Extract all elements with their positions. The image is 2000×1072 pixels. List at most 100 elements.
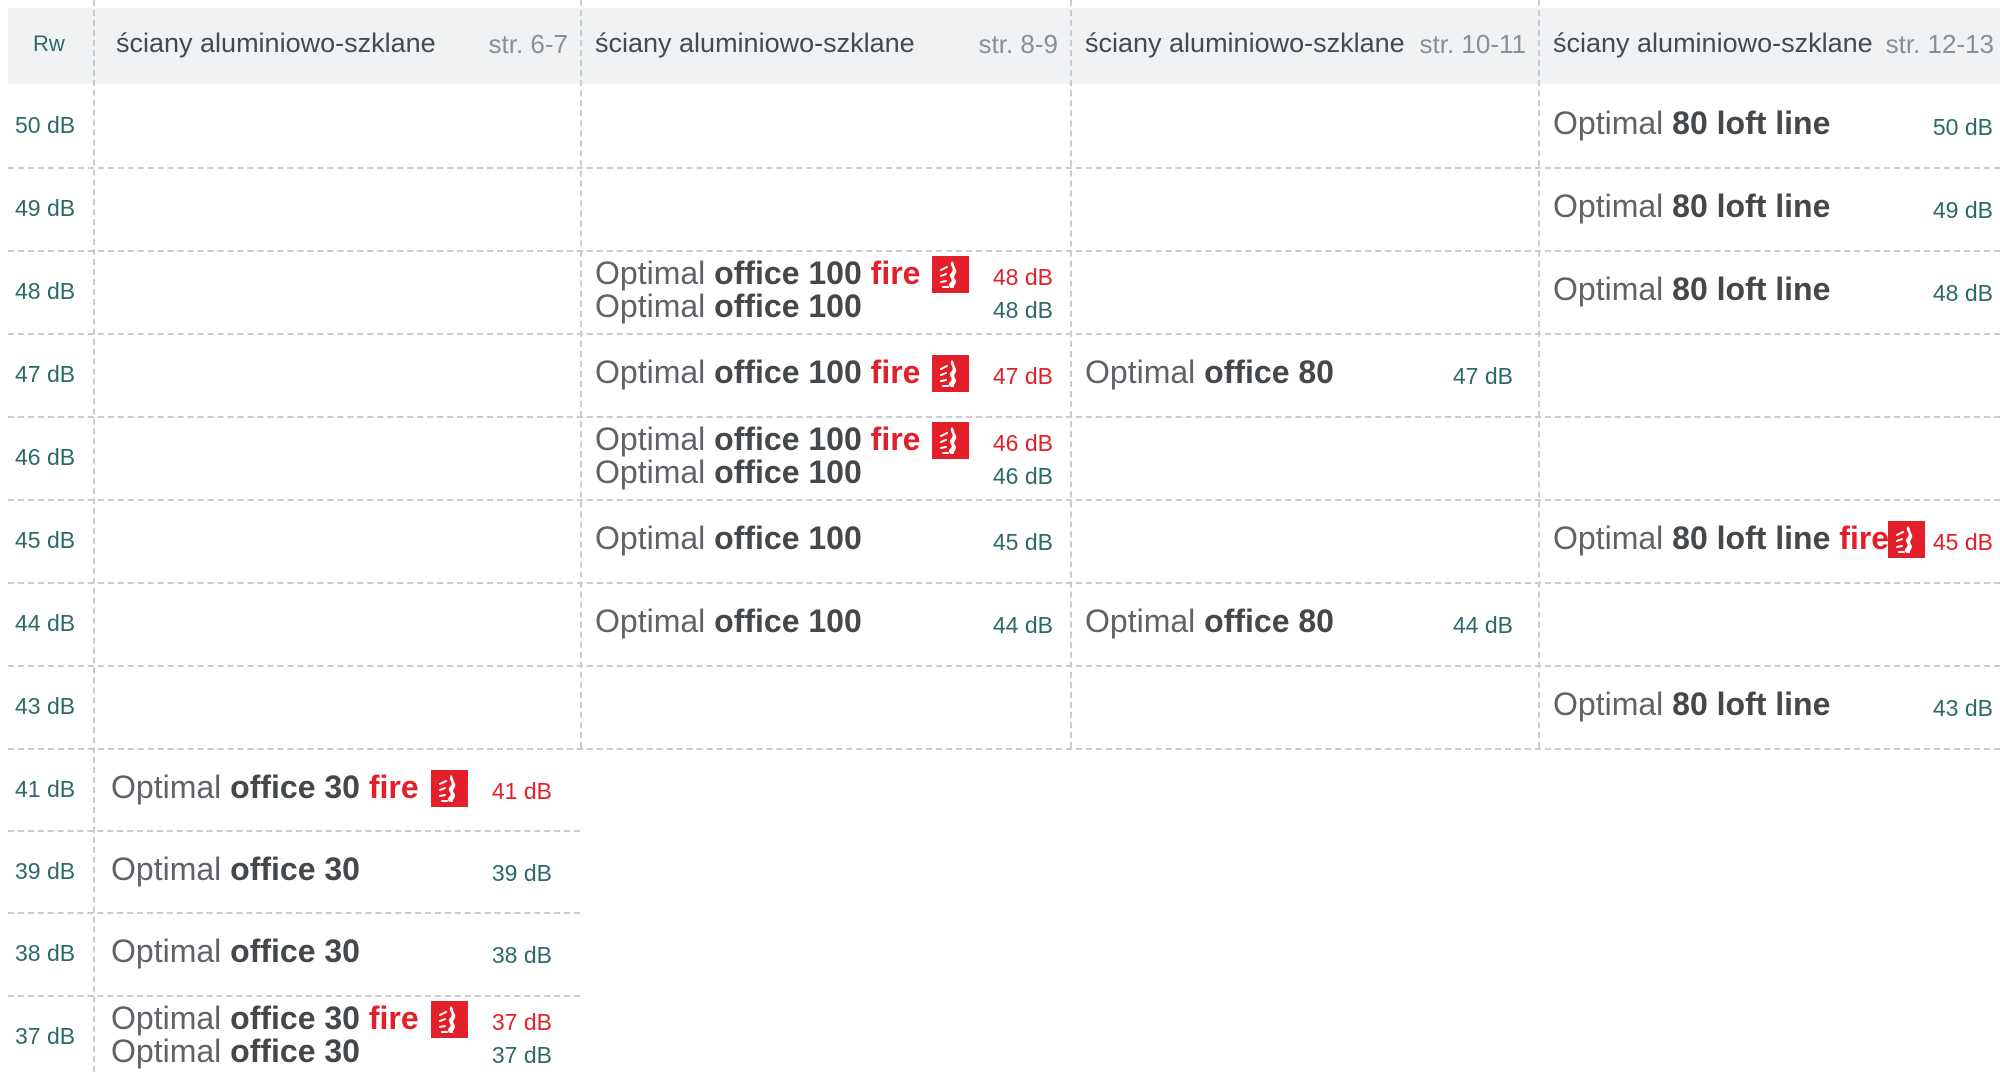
column-title: ściany aluminiowo-szklane	[116, 28, 436, 58]
product-prefix: Optimal	[111, 769, 231, 805]
sound-insulation-value: 43 dB	[1932, 695, 1993, 721]
sound-insulation-value: 44 dB	[1452, 612, 1513, 638]
product-prefix: Optimal	[1553, 686, 1673, 722]
product-entry: Optimal office 30	[111, 1033, 360, 1070]
product-model: office 100	[714, 520, 862, 556]
sound-insulation-value: 46 dB	[992, 430, 1053, 456]
sound-insulation-value: 46 dB	[992, 463, 1053, 489]
rw-row-label: 48 dB	[15, 278, 76, 304]
product-model: office 100	[714, 255, 862, 291]
rw-row-label: 44 dB	[15, 610, 76, 636]
rw-row-label: 47 dB	[15, 361, 76, 387]
product-model: office 100	[714, 288, 862, 324]
product-entry: Optimal 80 loft line	[1553, 188, 1830, 225]
product-model: office 100	[714, 603, 862, 639]
product-model: office 80	[1204, 354, 1334, 390]
fire-protection-icon	[431, 770, 468, 807]
product-model: office 30	[230, 1000, 360, 1036]
product-prefix: Optimal	[111, 1000, 231, 1036]
grid-line-horizontal	[8, 748, 2000, 750]
grid-line-vertical	[1538, 0, 1540, 748]
product-prefix: Optimal	[595, 603, 715, 639]
product-model: office 100	[714, 421, 862, 457]
sound-insulation-value: 48 dB	[1932, 280, 1993, 306]
fire-label: fire	[359, 769, 419, 805]
sound-insulation-value: 39 dB	[491, 860, 552, 886]
column-title: ściany aluminiowo-szklane	[595, 28, 915, 58]
rw-row-label: 41 dB	[15, 776, 76, 802]
product-prefix: Optimal	[1553, 520, 1673, 556]
sound-insulation-value: 44 dB	[992, 612, 1053, 638]
grid-line-horizontal	[8, 250, 2000, 252]
grid-line-vertical	[580, 0, 582, 748]
column-page-ref: str. 8-9	[978, 29, 1058, 59]
sound-insulation-value: 38 dB	[491, 942, 552, 968]
fire-label: fire	[861, 421, 921, 457]
product-model: 80 loft line	[1672, 686, 1831, 722]
product-entry: Optimal office 30	[111, 851, 360, 888]
product-prefix: Optimal	[1085, 354, 1205, 390]
grid-line-horizontal	[8, 167, 2000, 169]
column-title: ściany aluminiowo-szklane	[1085, 28, 1405, 58]
product-model: office 30	[230, 851, 360, 887]
rw-row-label: 49 dB	[15, 195, 76, 221]
product-prefix: Optimal	[1553, 105, 1673, 141]
product-entry: Optimal office 100	[595, 454, 862, 491]
product-entry: Optimal office 100 fire	[595, 421, 920, 458]
rw-row-label: 43 dB	[15, 693, 76, 719]
rw-column-header: Rw	[33, 31, 65, 56]
product-prefix: Optimal	[111, 851, 231, 887]
sound-insulation-value: 50 dB	[1932, 114, 1993, 140]
product-entry: Optimal office 100	[595, 288, 862, 325]
rw-row-label: 37 dB	[15, 1023, 76, 1049]
product-entry: Optimal office 100 fire	[595, 354, 920, 391]
rw-row-label: 39 dB	[15, 858, 76, 884]
product-entry: Optimal office 100	[595, 520, 862, 557]
fire-label: fire	[359, 1000, 419, 1036]
grid-line-horizontal	[8, 499, 2000, 501]
fire-protection-icon	[431, 1001, 468, 1038]
product-prefix: Optimal	[111, 933, 231, 969]
column-title: ściany aluminiowo-szklane	[1553, 28, 1873, 58]
fire-protection-icon	[932, 422, 969, 459]
fire-label: fire	[861, 354, 921, 390]
product-entry: Optimal 80 loft line	[1553, 271, 1830, 308]
product-entry: Optimal office 30 fire	[111, 1000, 419, 1037]
product-prefix: Optimal	[1553, 271, 1673, 307]
sound-insulation-value: 37 dB	[491, 1042, 552, 1068]
product-model: 80 loft line	[1672, 105, 1831, 141]
product-entry: Optimal office 30	[111, 933, 360, 970]
product-prefix: Optimal	[595, 288, 715, 324]
sound-insulation-value: 49 dB	[1932, 197, 1993, 223]
rw-row-label: 50 dB	[15, 112, 76, 138]
product-model: office 100	[714, 354, 862, 390]
product-model: 80 loft line	[1672, 271, 1831, 307]
product-prefix: Optimal	[1553, 188, 1673, 224]
sound-insulation-value: 45 dB	[1932, 529, 1993, 555]
product-prefix: Optimal	[595, 255, 715, 291]
product-entry: Optimal office 80	[1085, 603, 1334, 640]
fire-protection-icon	[932, 355, 969, 392]
grid-line-horizontal	[8, 333, 2000, 335]
rw-table: Rw ściany aluminiowo-szklane str. 6-7 ścian…	[0, 0, 2000, 1072]
fire-protection-icon	[1888, 521, 1925, 558]
product-entry: Optimal 80 loft line	[1553, 686, 1830, 723]
fire-label: fire	[1830, 520, 1890, 556]
column-page-ref: str. 12-13	[1885, 29, 1994, 59]
sound-insulation-value: 37 dB	[491, 1009, 552, 1035]
sound-insulation-value: 41 dB	[491, 778, 552, 804]
product-prefix: Optimal	[1085, 603, 1205, 639]
product-model: office 30	[230, 769, 360, 805]
sound-insulation-value: 47 dB	[992, 363, 1053, 389]
sound-insulation-value: 47 dB	[1452, 363, 1513, 389]
product-entry: Optimal office 100	[595, 603, 862, 640]
grid-line-vertical	[1070, 0, 1072, 748]
column-page-ref: str. 6-7	[488, 29, 568, 59]
product-prefix: Optimal	[595, 354, 715, 390]
product-model: office 30	[230, 933, 360, 969]
rw-row-label: 38 dB	[15, 940, 76, 966]
fire-protection-icon	[932, 256, 969, 293]
product-entry: Optimal office 30 fire	[111, 769, 419, 806]
sound-insulation-value: 48 dB	[992, 297, 1053, 323]
product-model: office 100	[714, 454, 862, 490]
